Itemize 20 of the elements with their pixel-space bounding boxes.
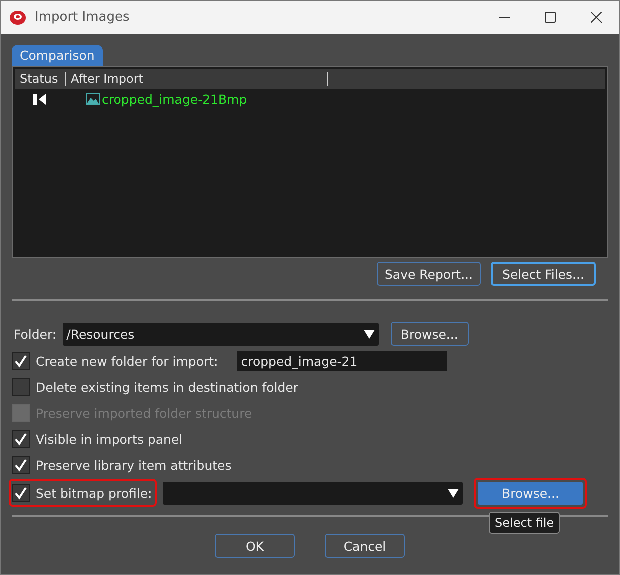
folder-dropdown[interactable]: /Resources [62, 322, 379, 346]
folder-name-field[interactable]: cropped_image-21 [237, 351, 448, 371]
checkbox-label: Create new folder for import: [36, 354, 218, 368]
dialog-button[interactable]: Cancel [325, 534, 405, 558]
tooltip: Select file [489, 512, 560, 534]
report-button[interactable]: Save Report... [377, 262, 481, 286]
window-title: Import Images [35, 10, 131, 25]
column-header[interactable]: After Import [66, 72, 328, 86]
checkbox-label: Delete existing items in destination folder [36, 380, 298, 394]
checkbox-label: Visible in imports panel [36, 432, 183, 446]
report-button[interactable]: Select Files... [491, 262, 596, 286]
column-header[interactable]: Status [15, 72, 66, 86]
browse-button[interactable]: Browse... [478, 482, 584, 504]
dialog-button[interactable]: OK [215, 534, 295, 558]
browse-button[interactable]: Browse... [390, 322, 469, 346]
checkbox-label: Set bitmap profile: [36, 486, 152, 500]
tab[interactable]: Comparison [12, 45, 103, 66]
folder-label: Folder: [14, 326, 57, 342]
checkbox-label: Preserve library item attributes [36, 458, 232, 472]
file-name: cropped_image-21Bmp [102, 92, 248, 106]
